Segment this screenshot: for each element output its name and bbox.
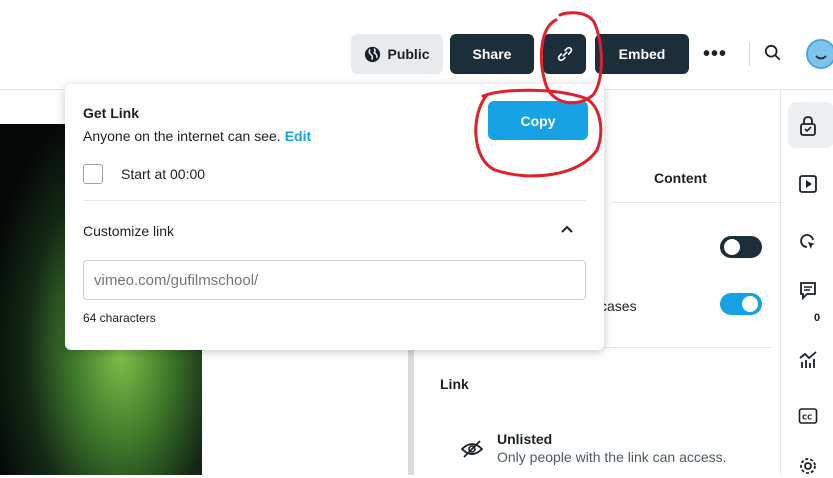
setting-toggle-off[interactable] [720,236,762,258]
tab-content[interactable]: Content [654,170,707,186]
lock-icon [800,116,816,136]
sidebar-item-captions[interactable]: CC [796,404,820,428]
embed-label: Embed [618,46,666,62]
setting-toggle-on[interactable] [720,293,762,315]
privacy-unlisted-description: Only people with the link can access. [497,449,727,465]
toggle-knob [724,239,740,255]
gear-icon [800,458,816,474]
get-link-button[interactable] [543,34,586,74]
popup-subtitle-text: Anyone on the internet can see. [83,128,281,144]
panel-resize-handle[interactable] [408,340,414,475]
header-divider [749,42,750,66]
link-section-title: Link [440,376,469,392]
custom-link-input[interactable] [83,260,586,300]
copy-label: Copy [520,112,556,129]
popup-divider [83,200,586,201]
right-sidebar: 0 CC [780,90,833,475]
sidebar-item-interactivity[interactable] [796,230,820,254]
eye-slash-icon [460,440,484,458]
more-options-button[interactable]: ••• [703,43,727,66]
get-link-popup: Get Link Anyone on the internet can see.… [65,84,604,350]
embed-button[interactable]: Embed [595,34,689,74]
sidebar-item-player[interactable] [796,172,820,196]
character-count: 64 characters [83,311,156,325]
comment-icon [800,282,816,300]
captions-icon: CC [798,408,818,424]
setting-label-cases: cases [600,298,637,314]
share-label: Share [472,46,512,62]
start-at-label: Start at 00:00 [121,166,206,182]
cursor-target-icon [800,234,815,249]
user-avatar[interactable] [806,39,833,69]
customize-link-toggle[interactable]: Customize link [83,223,174,239]
search-icon [764,44,781,61]
analytics-icon [799,351,817,368]
privacy-unlisted-title[interactable]: Unlisted [497,431,552,447]
search-button[interactable] [764,44,782,67]
svg-text:CC: CC [802,414,812,422]
privacy-public-button[interactable]: Public [351,34,443,74]
toggle-knob [742,296,758,312]
comments-count-badge: 0 [814,312,821,324]
start-at-checkbox[interactable] [83,164,103,184]
sidebar-item-settings[interactable] [796,454,820,478]
play-square-icon [799,175,817,193]
sidebar-item-analytics[interactable] [796,348,820,372]
copy-button[interactable]: Copy [488,101,588,140]
tab-underline [612,202,784,203]
globe-icon [365,46,381,62]
link-icon [557,46,572,62]
sidebar-item-privacy[interactable] [796,114,820,138]
chevron-up-icon[interactable] [560,224,574,236]
popup-title: Get Link [83,105,140,121]
top-bar: Public Share Embed ••• [0,0,833,90]
share-button[interactable]: Share [450,34,534,74]
popup-subtitle: Anyone on the internet can see. Edit [83,128,311,144]
edit-link[interactable]: Edit [285,128,311,144]
smiley-icon [815,55,827,60]
public-label: Public [387,46,430,62]
sidebar-item-comments[interactable] [796,278,820,302]
